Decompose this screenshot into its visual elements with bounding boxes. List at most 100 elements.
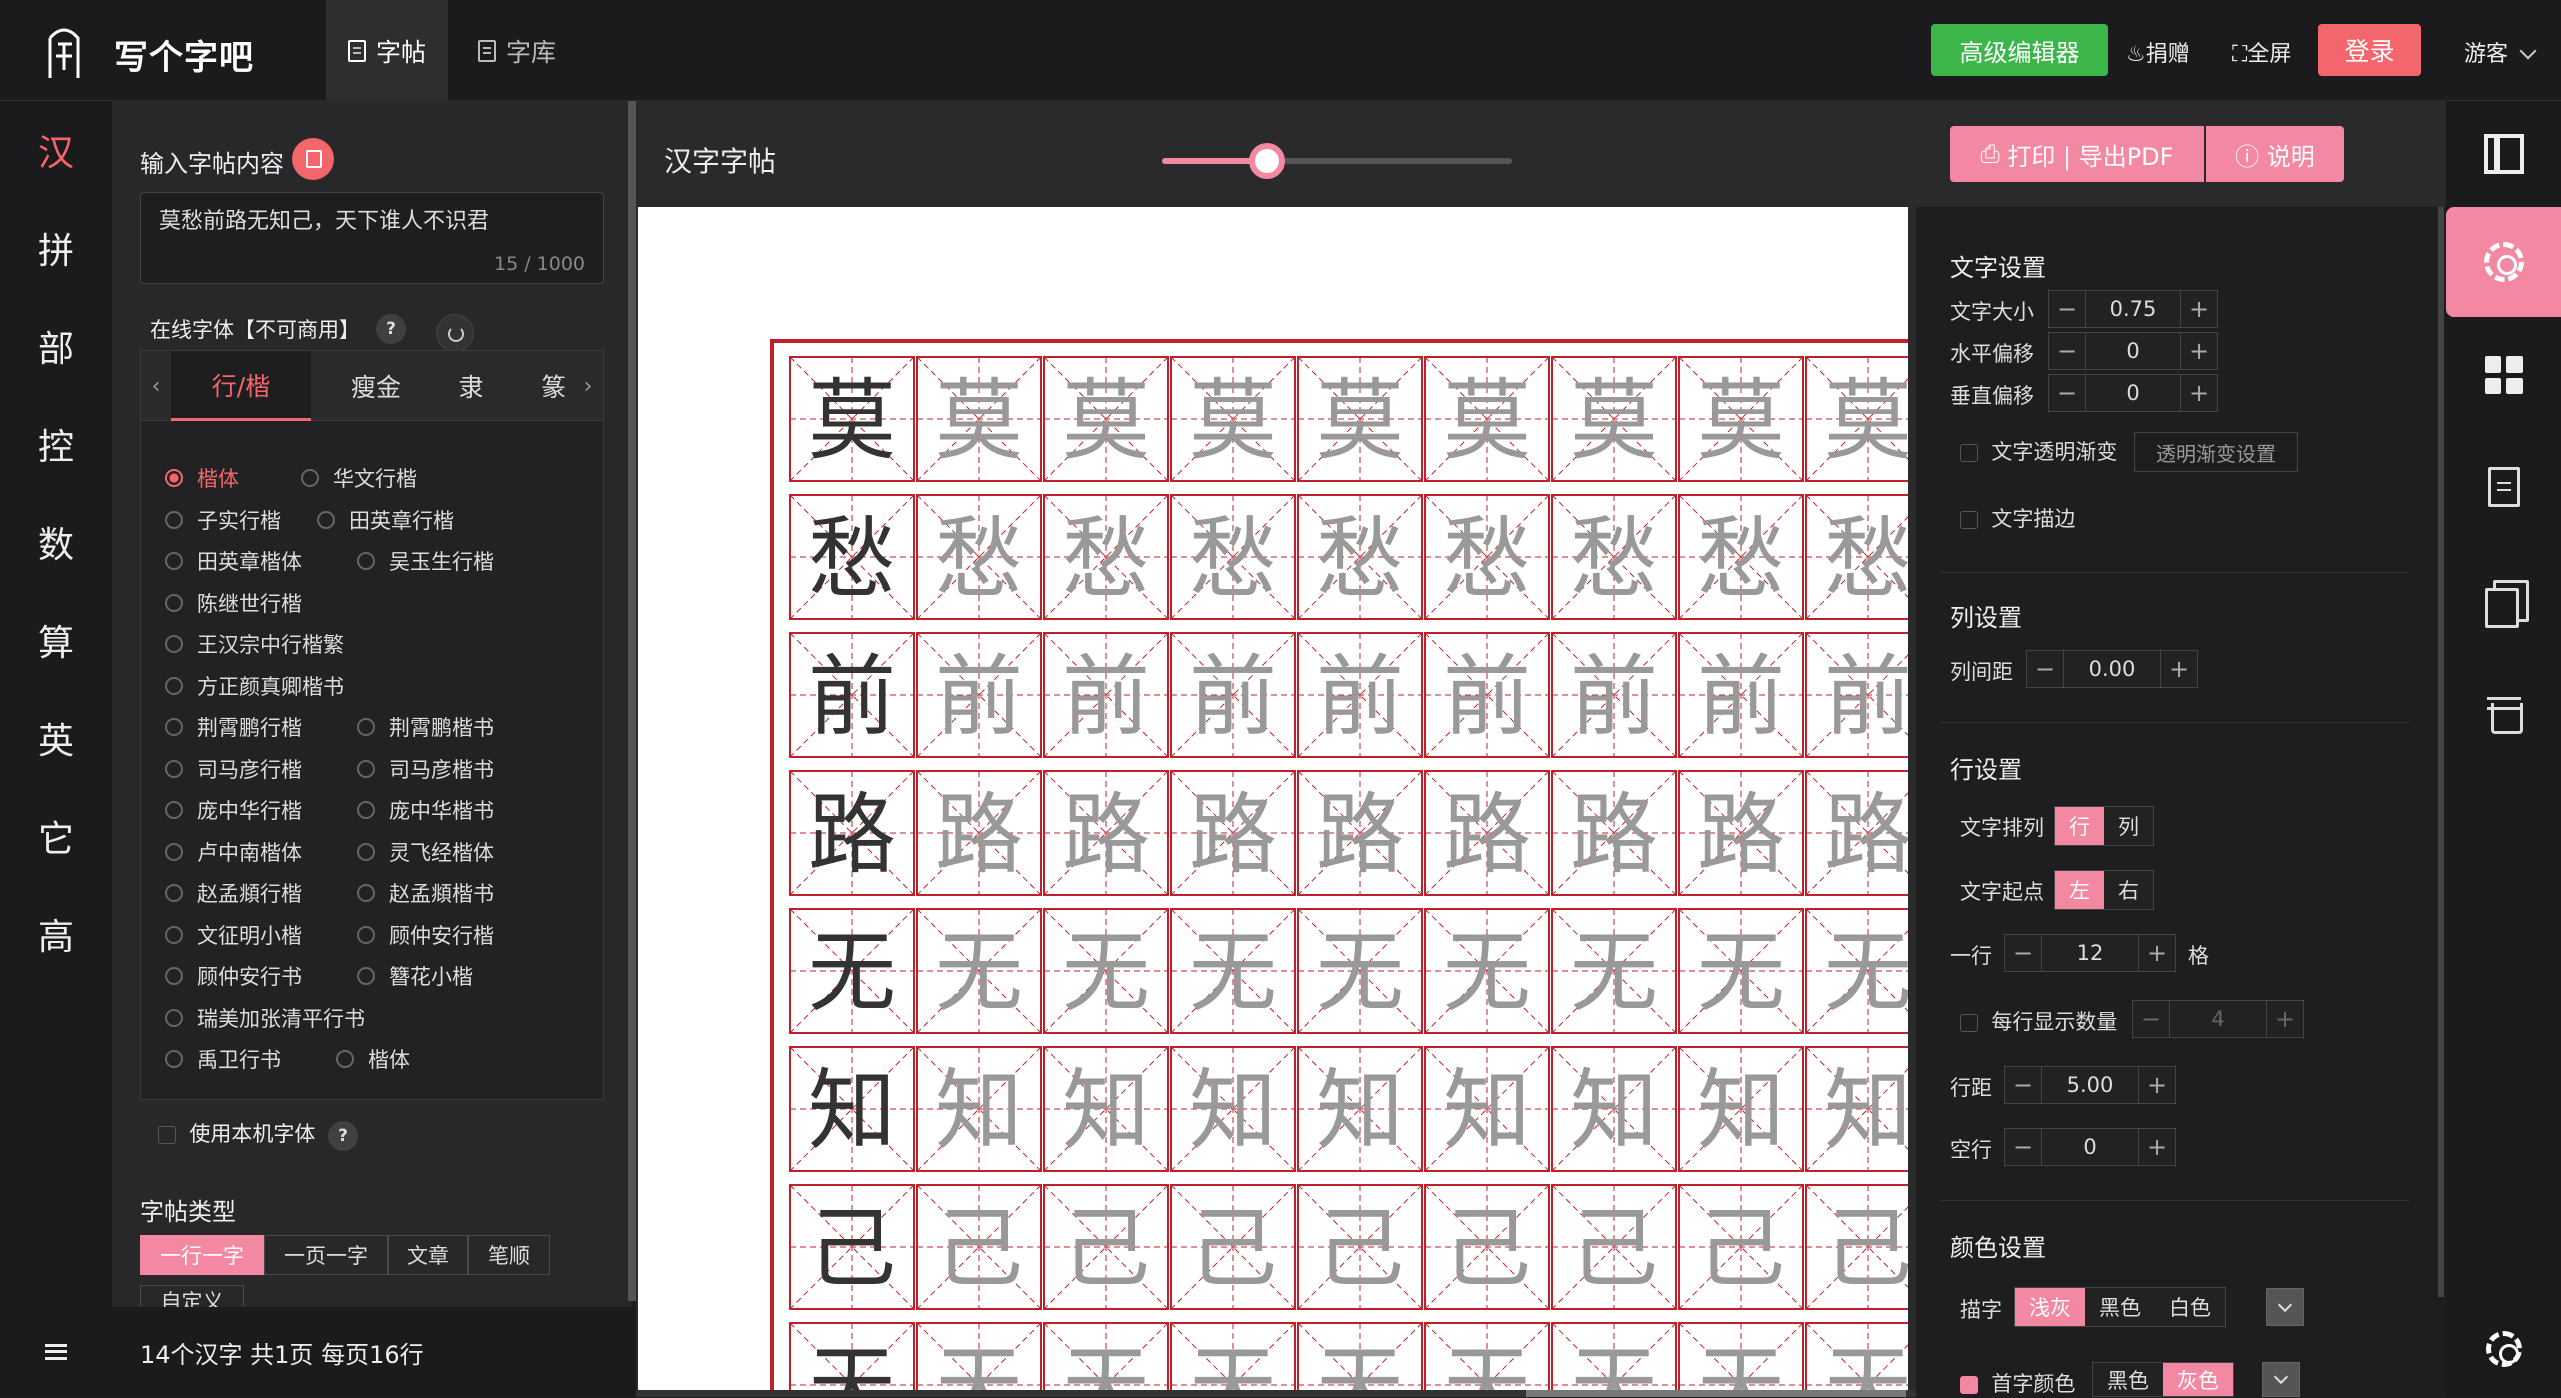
blank-row-stepper[interactable]: −0 + [2004, 1128, 2176, 1166]
local-font-option[interactable]: 使用本机字体 [158, 1118, 315, 1148]
show-count-stepper[interactable]: −4 + [2132, 1000, 2304, 1038]
arrange-column[interactable]: 列 [2104, 807, 2153, 845]
copy-tool-button[interactable] [2446, 546, 2561, 656]
user-menu[interactable]: 游客 [2464, 36, 2537, 68]
per-row-value[interactable]: 12 [2041, 935, 2139, 971]
checkbox-checked[interactable] [1960, 1376, 1978, 1394]
start-right[interactable]: 右 [2104, 871, 2153, 909]
settings-scrollbar[interactable] [2438, 207, 2444, 1297]
text-stroke-option[interactable]: 文字描边 [1960, 503, 2075, 533]
font-option[interactable]: 荆霄鹏楷书 [357, 712, 494, 742]
font-option[interactable]: 灵飞经楷体 [357, 837, 494, 867]
first-black[interactable]: 黑色 [2093, 1363, 2163, 1396]
col-gap-value[interactable]: 0.00 [2063, 651, 2161, 687]
login-button[interactable]: 登录 [2318, 24, 2421, 76]
font-option[interactable]: 赵孟頫行楷 [165, 878, 302, 908]
panel-scrollbar[interactable] [628, 101, 636, 1301]
font-option[interactable]: 田英章楷体 [165, 546, 302, 576]
fullscreen-link[interactable]: ⛶全屏 [2232, 36, 2291, 68]
content-textarea[interactable]: 莫愁前路无知己，天下谁人不识君 15 / 1000 [140, 192, 604, 284]
v-offset-stepper[interactable]: −0 + [2048, 374, 2218, 412]
category-item[interactable]: 拼 [0, 199, 112, 297]
plus-icon[interactable]: + [2181, 291, 2217, 327]
preferences-button[interactable] [2446, 1300, 2561, 1397]
font-tab-shoujin[interactable]: 瘦金 [336, 351, 416, 421]
trace-color-dropdown[interactable] [2266, 1288, 2304, 1326]
minus-icon[interactable]: − [2133, 1001, 2169, 1037]
font-option[interactable]: 吴玉生行楷 [357, 546, 494, 576]
arrange-row[interactable]: 行 [2055, 807, 2104, 845]
text-size-stepper[interactable]: −0.75 + [2048, 290, 2218, 328]
plus-icon[interactable]: + [2139, 1129, 2175, 1165]
category-item[interactable]: 它 [0, 787, 112, 885]
type-one-page[interactable]: 一页一字 [264, 1235, 388, 1275]
trace-white[interactable]: 白色 [2155, 1288, 2225, 1326]
font-tab-zhuan[interactable]: 篆 [541, 351, 571, 421]
font-tab-li[interactable]: 隶 [441, 351, 501, 421]
font-option[interactable]: 卢中南楷体 [165, 837, 302, 867]
advanced-editor-button[interactable]: 高级编辑器 [1931, 24, 2108, 76]
refresh-icon[interactable] [436, 314, 474, 352]
font-option[interactable]: 司马彦行楷 [165, 754, 302, 784]
start-left[interactable]: 左 [2055, 871, 2104, 909]
menu-button[interactable] [0, 1307, 112, 1397]
minus-icon[interactable]: − [2005, 1067, 2041, 1103]
row-gap-stepper[interactable]: −5.00 + [2004, 1066, 2176, 1104]
show-count-value[interactable]: 4 [2169, 1001, 2267, 1037]
first-gray[interactable]: 灰色 [2163, 1363, 2233, 1396]
font-option[interactable]: 陈继世行楷 [165, 588, 302, 618]
type-custom[interactable]: 自定义 [140, 1285, 244, 1307]
font-option[interactable]: 顾仲安行书 [165, 961, 302, 991]
font-option[interactable]: 楷体 [165, 463, 239, 493]
font-option[interactable]: 田英章行楷 [317, 505, 454, 535]
category-item[interactable]: 控 [0, 395, 112, 493]
alpha-gradient-button[interactable]: 透明渐变设置 [2134, 432, 2298, 472]
info-button[interactable]: ⓘ 说明 [2206, 126, 2344, 182]
category-item[interactable]: 数 [0, 493, 112, 591]
checkbox[interactable] [158, 1126, 176, 1144]
category-item[interactable]: 汉 [0, 101, 112, 199]
plus-icon[interactable]: + [2181, 333, 2217, 369]
type-stroke-order[interactable]: 笔顺 [468, 1235, 550, 1275]
blank-row-value[interactable]: 0 [2041, 1129, 2139, 1165]
font-option[interactable]: 簪花小楷 [357, 961, 473, 991]
row-gap-value[interactable]: 5.00 [2041, 1067, 2139, 1103]
per-row-stepper[interactable]: −12 + [2004, 934, 2176, 972]
category-item[interactable]: 算 [0, 591, 112, 689]
help-icon[interactable]: ? [376, 314, 406, 344]
font-option[interactable]: 庞中华楷书 [357, 795, 494, 825]
category-item[interactable]: 英 [0, 689, 112, 787]
plus-icon[interactable]: + [2267, 1001, 2303, 1037]
font-option[interactable]: 庞中华行楷 [165, 795, 302, 825]
chevron-right-icon[interactable]: › [573, 351, 603, 421]
first-color-dropdown[interactable] [2262, 1362, 2300, 1397]
v-offset-value[interactable]: 0 [2085, 375, 2181, 411]
font-option[interactable]: 子实行楷 [165, 505, 281, 535]
print-button[interactable]: ⎙ 打印 | 导出PDF [1950, 126, 2204, 182]
font-option[interactable]: 赵孟頫楷书 [357, 878, 494, 908]
minus-icon[interactable]: − [2049, 333, 2085, 369]
font-option[interactable]: 文征明小楷 [165, 920, 302, 950]
font-option[interactable]: 方正颜真卿楷书 [165, 671, 344, 701]
horizontal-scrollbar[interactable] [636, 1390, 1916, 1397]
category-item[interactable]: 高 [0, 885, 112, 983]
type-one-row[interactable]: 一行一字 [140, 1235, 264, 1275]
layout-toggle-button[interactable] [2446, 101, 2561, 207]
plus-icon[interactable]: + [2161, 651, 2197, 687]
font-option[interactable]: 瑞美加张清平行书 [165, 1003, 365, 1033]
donate-link[interactable]: ♨捐赠 [2126, 36, 2190, 68]
chevron-left-icon[interactable]: ‹ [141, 351, 171, 421]
show-count-option[interactable]: 每行显示数量 [1960, 1006, 2117, 1036]
tab-font-library[interactable]: 字库 [456, 0, 578, 101]
trace-black[interactable]: 黑色 [2085, 1288, 2155, 1326]
category-item[interactable]: 部 [0, 297, 112, 395]
edit-icon[interactable] [292, 138, 334, 180]
font-option[interactable]: 司马彦楷书 [357, 754, 494, 784]
trace-light-gray[interactable]: 浅灰 [2015, 1288, 2085, 1326]
minus-icon[interactable]: − [2049, 291, 2085, 327]
h-offset-stepper[interactable]: −0 + [2048, 332, 2218, 370]
zoom-slider-handle[interactable] [1249, 143, 1285, 179]
page-tool-button[interactable] [2446, 432, 2561, 542]
font-option[interactable]: 荆霄鹏行楷 [165, 712, 302, 742]
scroll-thumb[interactable] [1526, 1390, 1906, 1397]
